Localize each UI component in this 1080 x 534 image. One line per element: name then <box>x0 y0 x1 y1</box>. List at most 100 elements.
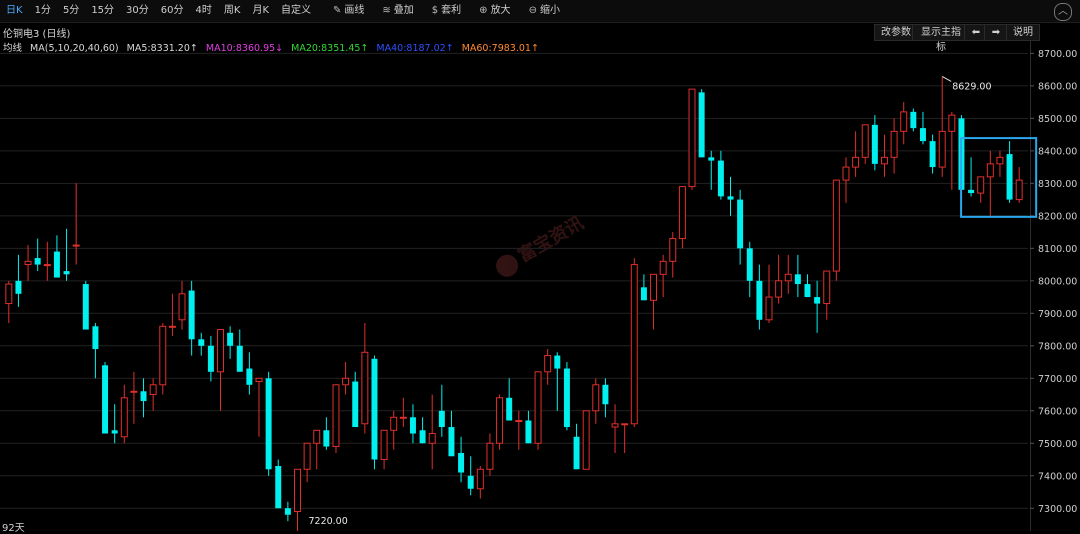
candle-body <box>506 397 513 421</box>
candle-body <box>861 124 869 158</box>
candle-body <box>63 271 70 275</box>
candle-body <box>582 410 590 470</box>
candlestick-chart[interactable]: 8700.00 8600.00 8500.00 8400.00 8300.00 8200.… <box>0 0 1080 531</box>
candle-body <box>688 88 696 188</box>
candle-body <box>284 508 291 515</box>
candle-body <box>140 391 147 402</box>
y-tick-label: 7300.00 <box>1038 504 1077 515</box>
candle-body <box>236 345 243 372</box>
candle-body <box>217 329 224 373</box>
candle-body <box>784 273 792 282</box>
candle-body <box>428 433 436 444</box>
candle-body <box>640 287 647 301</box>
candle-body <box>342 377 350 386</box>
candle-body <box>275 466 282 509</box>
candle-body <box>265 378 272 470</box>
candle-body <box>794 274 801 285</box>
y-tick-label: 8300.00 <box>1038 179 1077 190</box>
candle-body <box>313 429 321 444</box>
candle-body <box>390 416 398 431</box>
candle-body <box>458 453 465 473</box>
candle-body <box>515 420 523 423</box>
y-tick-label: 8500.00 <box>1038 114 1077 125</box>
candle-body <box>910 111 917 129</box>
candle-body <box>53 251 60 278</box>
candle-body <box>852 156 860 168</box>
candle-body <box>294 468 301 513</box>
candle-body <box>1006 154 1013 200</box>
candle-body <box>900 111 908 132</box>
candle-body <box>43 264 51 267</box>
candle-body <box>737 199 744 249</box>
candle-body <box>621 423 629 426</box>
candle-body <box>178 293 186 321</box>
candle-body <box>34 258 41 265</box>
candle-body <box>630 264 638 425</box>
candle-body <box>409 417 416 434</box>
candle-body <box>678 186 686 240</box>
high-marker-line <box>941 76 952 82</box>
candle-body <box>352 381 359 428</box>
candle-body <box>486 442 494 470</box>
candle-body <box>592 384 600 412</box>
candle-body <box>996 156 1004 165</box>
candle-body <box>832 179 840 272</box>
candle-body <box>717 160 724 197</box>
candle-body <box>525 420 532 444</box>
y-tick-label: 8100.00 <box>1038 244 1077 255</box>
candle-body <box>602 384 609 405</box>
candle-body <box>419 430 426 444</box>
high-price-label: 8629.00 <box>952 81 991 92</box>
candle-body <box>977 176 985 194</box>
candle-body <box>361 351 369 425</box>
candle-body <box>111 430 118 434</box>
candle-body <box>255 377 263 383</box>
candle-body <box>968 189 975 194</box>
y-tick-label: 8700.00 <box>1038 49 1077 60</box>
candle-body <box>323 430 330 447</box>
candle-body <box>188 290 195 340</box>
candle-body <box>948 114 956 132</box>
y-tick-label: 8400.00 <box>1038 146 1077 157</box>
candle-body <box>814 297 821 304</box>
y-tick-label: 7700.00 <box>1038 374 1077 385</box>
y-tick-label: 7900.00 <box>1038 309 1077 320</box>
candle-body <box>72 244 80 247</box>
candle-body <box>476 468 484 490</box>
candle-body <box>929 141 936 168</box>
y-tick-label: 7600.00 <box>1038 406 1077 417</box>
candle-body <box>746 248 753 281</box>
candle-body <box>611 423 619 428</box>
candle-body <box>1015 179 1023 201</box>
y-tick-label: 7500.00 <box>1038 439 1077 450</box>
candle-body <box>756 280 763 320</box>
candle-body <box>5 283 13 305</box>
candle-body <box>880 156 888 165</box>
candle-body <box>399 416 407 419</box>
candle-body <box>938 130 946 168</box>
candle-body <box>919 128 926 142</box>
candle-body <box>986 163 994 178</box>
candle-body <box>650 273 658 301</box>
candle-body <box>659 260 667 275</box>
y-tick-label: 8200.00 <box>1038 211 1077 222</box>
candle-body <box>448 427 455 457</box>
candle-body <box>207 345 214 372</box>
candle-body <box>890 130 898 158</box>
candle-body <box>563 368 570 428</box>
candle-body <box>246 368 253 385</box>
candle-body <box>698 92 705 158</box>
candle-body <box>332 384 340 448</box>
candle-body <box>727 196 734 200</box>
candle-body <box>496 397 504 444</box>
y-tick-label: 8000.00 <box>1038 276 1077 287</box>
candle-body <box>842 166 850 181</box>
candle-body <box>534 371 542 444</box>
candle-body <box>371 358 378 460</box>
candle-body <box>823 270 831 305</box>
candle-body <box>198 339 205 346</box>
candle-body <box>573 436 580 470</box>
candle-body <box>159 325 167 386</box>
candle-body <box>804 284 811 298</box>
candle-body <box>775 280 783 298</box>
